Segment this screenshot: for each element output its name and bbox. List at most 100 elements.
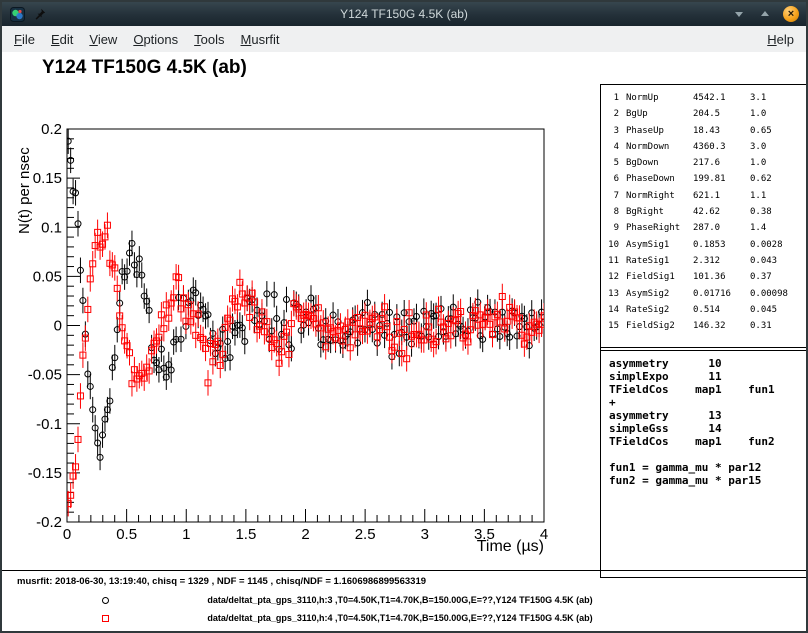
parameter-name: RateSig2 xyxy=(626,302,686,318)
close-button[interactable]: × xyxy=(783,6,799,22)
legend-row-h4: data/deltat_pta_gps_3110,h:4 ,T0=4.50K,T… xyxy=(97,613,703,627)
parameter-name: BgDown xyxy=(626,155,686,171)
plot-canvas[interactable]: Y124 TF150G 4.5K (ab) 00.511.522.533.540… xyxy=(2,52,806,631)
svg-text:-0.15: -0.15 xyxy=(28,465,62,482)
parameter-row: 7 NormRight 621.1 1.1 xyxy=(605,188,807,204)
parameter-name: BgRight xyxy=(626,204,686,220)
parameter-error: 0.37 xyxy=(750,269,807,285)
parameter-name: RateSig1 xyxy=(626,253,686,269)
parameter-row: 4 NormDown 4360.3 3.0 xyxy=(605,139,807,155)
menubar: File Edit View Options Tools Musrfit Hel… xyxy=(2,26,806,53)
menu-item-musrfit[interactable]: Musrfit xyxy=(233,28,288,51)
parameter-value: 199.81 xyxy=(693,171,743,187)
x-axis-title: Time (µs) xyxy=(477,538,544,555)
menu-item-options[interactable]: Options xyxy=(125,28,186,51)
menu-item-tools[interactable]: Tools xyxy=(186,28,232,51)
parameter-name: PhaseRight xyxy=(626,220,686,236)
parameter-error: 1.1 xyxy=(750,188,807,204)
open-square-marker-icon xyxy=(102,615,109,622)
parameter-name: FieldSig2 xyxy=(626,318,686,334)
theory-line: asymmetry 10 xyxy=(609,357,808,370)
parameter-name: NormUp xyxy=(626,90,686,106)
svg-text:2: 2 xyxy=(301,526,309,543)
legend-row-h3: data/deltat_pta_gps_3110,h:3 ,T0=4.50K,T… xyxy=(97,595,703,609)
parameter-number: 15 xyxy=(605,318,619,334)
theory-line: TFieldCos map1 fun2 xyxy=(609,435,808,448)
parameter-value: 0.01716 xyxy=(693,286,743,302)
parameter-value: 101.36 xyxy=(693,269,743,285)
parameter-error: 0.38 xyxy=(750,204,807,220)
window-title: Y124 TF150G 4.5K (ab) xyxy=(72,2,736,26)
theory-line xyxy=(609,448,808,461)
svg-text:0.2: 0.2 xyxy=(41,121,62,138)
menu-item-edit[interactable]: Edit xyxy=(43,28,81,51)
parameter-row: 2 BgUp 204.5 1.0 xyxy=(605,106,807,122)
parameter-name: AsymSig2 xyxy=(626,286,686,302)
parameter-value: 42.62 xyxy=(693,204,743,220)
parameter-row: 9 PhaseRight 287.0 1.4 xyxy=(605,220,807,236)
parameter-value: 4542.1 xyxy=(693,90,743,106)
parameter-number: 14 xyxy=(605,302,619,318)
svg-text:1: 1 xyxy=(182,526,190,543)
theory-line: TFieldCos map1 fun1 xyxy=(609,383,808,396)
theory-line: simpleGss 14 xyxy=(609,422,808,435)
svg-text:-0.1: -0.1 xyxy=(36,416,62,433)
parameter-row: 14 RateSig2 0.514 0.045 xyxy=(605,302,807,318)
menu-item-view[interactable]: View xyxy=(81,28,125,51)
parameter-error: 1.0 xyxy=(750,155,807,171)
parameter-row: 8 BgRight 42.62 0.38 xyxy=(605,204,807,220)
parameter-error: 1.4 xyxy=(750,220,807,236)
svg-text:0: 0 xyxy=(63,526,71,543)
theory-line: asymmetry 13 xyxy=(609,409,808,422)
parameter-name: AsymSig1 xyxy=(626,237,686,253)
svg-text:3: 3 xyxy=(421,526,429,543)
open-circle-marker-icon xyxy=(102,597,109,604)
plot-svg[interactable]: 00.511.522.533.540.20.150.10.050-0.05-0.… xyxy=(2,52,602,572)
svg-text:-0.05: -0.05 xyxy=(28,367,62,384)
parameter-error: 0.0028 xyxy=(750,237,807,253)
theory-box: asymmetry 10 simplExpo 11 TFieldCos map1… xyxy=(600,347,808,578)
parameter-row: 1 NormUp 4542.1 3.1 xyxy=(605,90,807,106)
parameter-row: 5 BgDown 217.6 1.0 xyxy=(605,155,807,171)
maximize-button[interactable] xyxy=(757,6,773,22)
parameter-row: 6 PhaseDown 199.81 0.62 xyxy=(605,171,807,187)
parameter-value: 621.1 xyxy=(693,188,743,204)
parameter-row: 12 FieldSig1 101.36 0.37 xyxy=(605,269,807,285)
app-icon xyxy=(9,6,25,22)
parameter-error: 0.045 xyxy=(750,302,807,318)
parameter-value: 0.514 xyxy=(693,302,743,318)
theory-line: fun2 = gamma_mu * par15 xyxy=(609,474,808,487)
parameter-number: 9 xyxy=(605,220,619,236)
parameter-number: 4 xyxy=(605,139,619,155)
parameter-number: 1 xyxy=(605,90,619,106)
theory-line: + xyxy=(609,396,808,409)
parameter-name: NormDown xyxy=(626,139,686,155)
parameter-name: PhaseDown xyxy=(626,171,686,187)
parameter-row: 11 RateSig1 2.312 0.043 xyxy=(605,253,807,269)
parameter-error: 3.1 xyxy=(750,90,807,106)
data-series-circle xyxy=(65,128,547,470)
svg-text:2.5: 2.5 xyxy=(355,526,376,543)
parameter-error: 0.62 xyxy=(750,171,807,187)
parameter-value: 0.1853 xyxy=(693,237,743,253)
parameter-error: 0.65 xyxy=(750,123,807,139)
parameter-value: 18.43 xyxy=(693,123,743,139)
menu-item-file[interactable]: File xyxy=(6,28,43,51)
fit-parameters-box: 1 NormUp 4542.1 3.1 2 BgUp 204.5 1.0 3 P… xyxy=(600,84,808,351)
window: Y124 TF150G 4.5K (ab) × File Edit View O… xyxy=(0,0,808,633)
titlebar[interactable]: Y124 TF150G 4.5K (ab) × xyxy=(2,2,806,26)
parameter-number: 2 xyxy=(605,106,619,122)
parameter-value: 217.6 xyxy=(693,155,743,171)
parameter-number: 11 xyxy=(605,253,619,269)
parameter-error: 0.043 xyxy=(750,253,807,269)
parameter-value: 146.32 xyxy=(693,318,743,334)
y-axis-title: N(t) per nsec xyxy=(16,147,33,234)
parameter-number: 13 xyxy=(605,286,619,302)
fit-info-line: musrfit: 2018-06-30, 13:19:40, chisq = 1… xyxy=(17,576,426,587)
parameter-row: 10 AsymSig1 0.1853 0.0028 xyxy=(605,237,807,253)
parameter-row: 3 PhaseUp 18.43 0.65 xyxy=(605,123,807,139)
menu-item-help[interactable]: Help xyxy=(759,28,802,51)
pin-icon[interactable] xyxy=(32,6,48,22)
minimize-button[interactable] xyxy=(731,6,747,22)
parameter-number: 3 xyxy=(605,123,619,139)
